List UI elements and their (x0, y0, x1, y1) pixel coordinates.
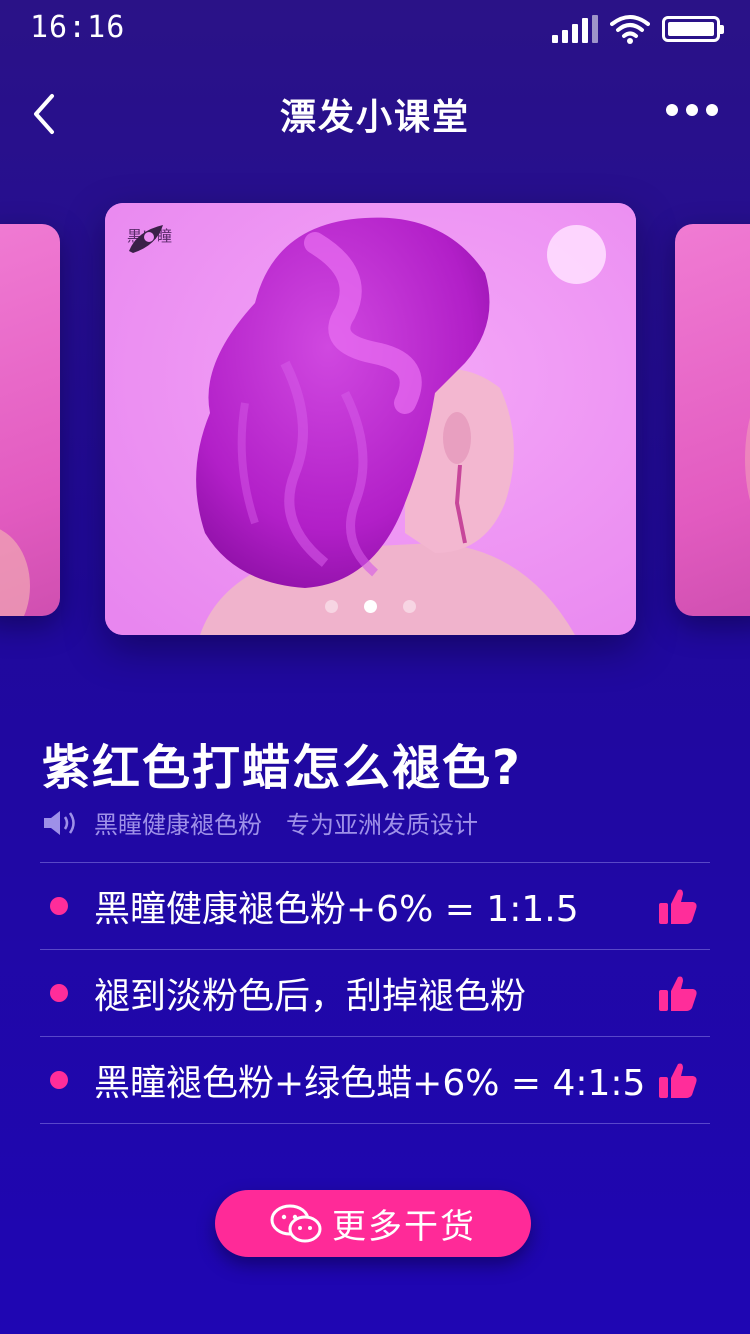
list-item: 黑瞳健康褪色粉+6% = 1:1.5 (40, 863, 710, 950)
tip-text: 褪到淡粉色后，刮掉褪色粉 (94, 976, 527, 1017)
wifi-icon (610, 15, 650, 44)
bullet-dot (50, 897, 68, 915)
more-tips-label: 更多干货 (332, 1207, 476, 1247)
article-subtitle: 黑瞳健康褪色粉 专为亚洲发质设计 (42, 805, 478, 840)
signal-icon (552, 15, 598, 43)
wechat-icon (270, 1204, 322, 1242)
thumbs-up-icon[interactable] (658, 887, 698, 925)
thumbs-up-icon[interactable] (658, 1061, 698, 1099)
speaker-icon (44, 810, 75, 835)
article-title: 紫红色打蜡怎么褪色? (42, 740, 522, 796)
carousel-action-button[interactable] (547, 225, 606, 284)
eye-logo-icon (129, 225, 163, 253)
status-icons (552, 14, 724, 44)
tip-text: 黑瞳健康褪色粉+6% = 1:1.5 (94, 889, 579, 930)
more-tips-button[interactable]: 更多干货 (215, 1190, 531, 1257)
more-options-icon[interactable] (666, 104, 718, 116)
tips-list: 黑瞳健康褪色粉+6% = 1:1.5 褪到淡粉色后，刮掉褪色粉 黑瞳褪色粉+绿色… (40, 862, 710, 1124)
tip-text: 黑瞳褪色粉+绿色蜡+6% = 4:1:5 (94, 1063, 646, 1104)
sub-brand: 黑瞳健康褪色粉 (94, 811, 262, 839)
brand-logo: 黒い瞳 (127, 223, 187, 253)
status-time: 16:16 (30, 10, 126, 45)
thumbs-up-icon[interactable] (658, 974, 698, 1012)
battery-icon (662, 16, 724, 42)
sub-slogan: 专为亚洲发质设计 (286, 811, 478, 839)
page-title: 漂发小课堂 (279, 97, 470, 138)
list-item: 黑瞳褪色粉+绿色蜡+6% = 4:1:5 (40, 1037, 710, 1124)
carousel-next-card[interactable] (675, 224, 750, 616)
carousel-dot[interactable] (325, 600, 338, 613)
carousel-dots (105, 600, 636, 613)
carousel-main-card[interactable]: 黒い瞳 (105, 203, 636, 635)
bullet-dot (50, 1071, 68, 1089)
carousel-prev-card[interactable] (0, 224, 60, 616)
list-item: 褪到淡粉色后，刮掉褪色粉 (40, 950, 710, 1037)
carousel-dot[interactable] (403, 600, 416, 613)
carousel-dot-active[interactable] (364, 600, 377, 613)
bullet-dot (50, 984, 68, 1002)
